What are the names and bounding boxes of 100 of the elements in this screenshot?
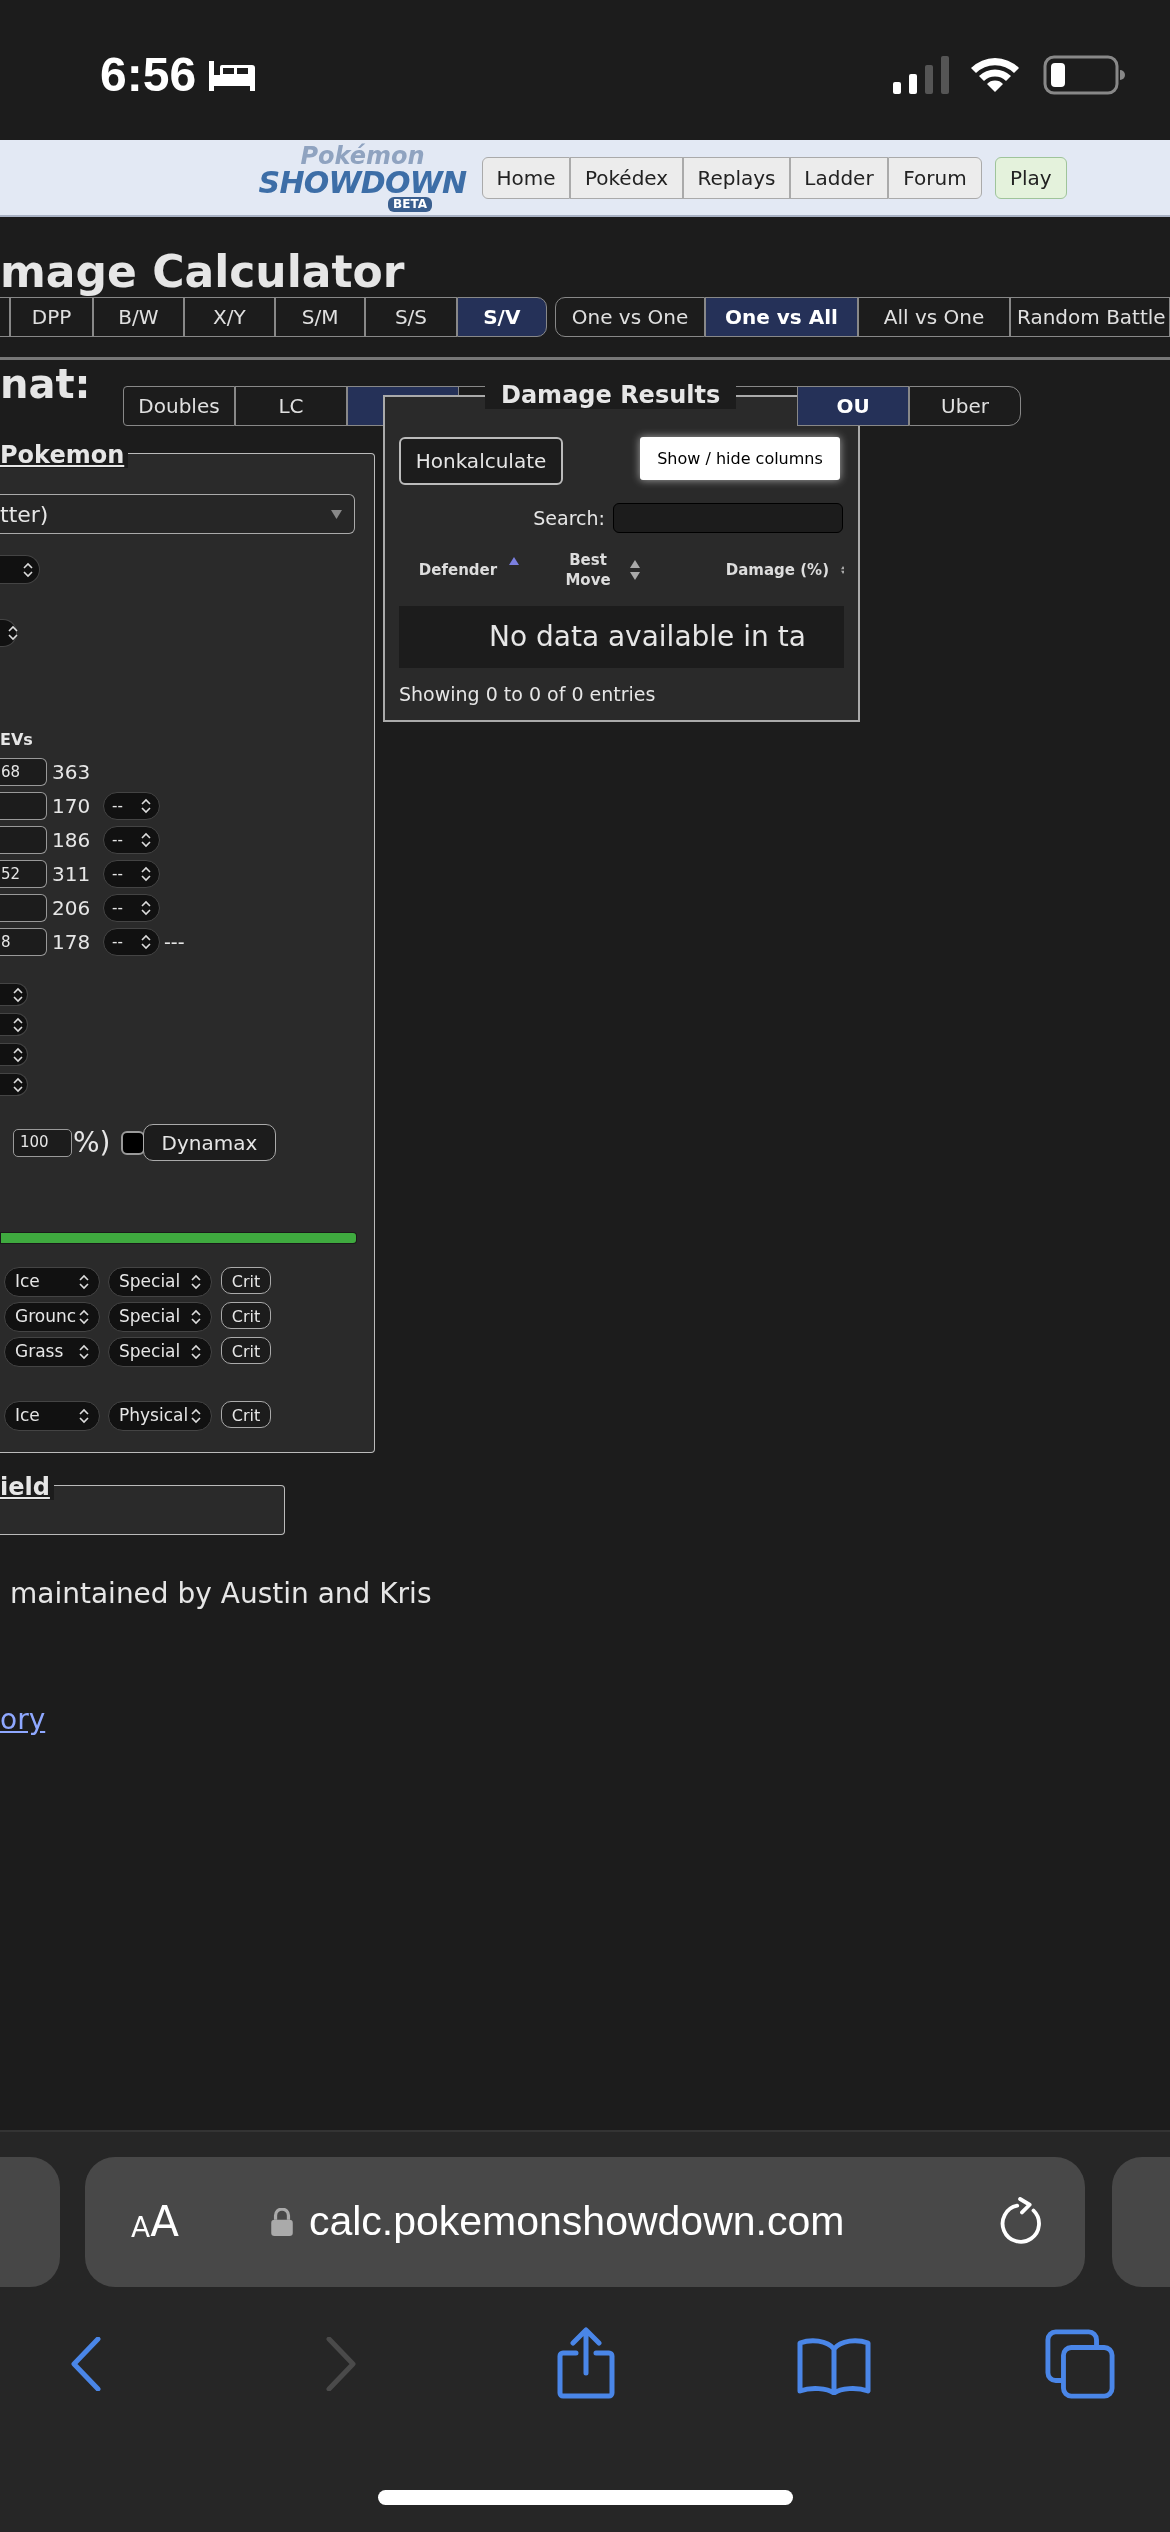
ev-field[interactable] xyxy=(0,792,47,820)
category-select[interactable]: Special xyxy=(108,1267,212,1297)
chevron-icon xyxy=(23,561,33,578)
chevron-icon xyxy=(191,1274,201,1290)
lock-icon xyxy=(270,2208,293,2236)
history-link[interactable]: ory xyxy=(0,1703,46,1737)
select-control[interactable] xyxy=(0,1013,28,1036)
select-control[interactable] xyxy=(0,619,17,647)
evs-header: EVs xyxy=(0,731,34,749)
sort-ascending-icon[interactable] xyxy=(509,557,520,565)
nav-link[interactable]: Home xyxy=(482,156,570,199)
stat-value: 178 xyxy=(52,929,92,956)
tabs-icon[interactable] xyxy=(1045,2329,1115,2399)
species-select[interactable]: tter) xyxy=(0,494,355,534)
crit-button[interactable]: Crit xyxy=(221,1401,271,1428)
panel-legend: Pokemon xyxy=(0,442,129,468)
dynamax-button[interactable]: Dynamax xyxy=(142,1124,277,1161)
tab[interactable]: Uber xyxy=(909,386,1021,426)
tab[interactable]: All vs One xyxy=(858,297,1010,337)
tab[interactable]: One vs One xyxy=(555,297,705,337)
select-control[interactable] xyxy=(0,555,40,584)
nav-link[interactable]: Forum xyxy=(888,156,982,199)
credit-text: maintained by Austin and Kris xyxy=(10,1577,433,1611)
column-header[interactable]: Defender xyxy=(418,560,498,580)
nav-link[interactable]: Pokédex xyxy=(570,156,683,199)
tab[interactable]: OU xyxy=(797,386,909,426)
table-info: Showing 0 to 0 of 0 entries xyxy=(399,682,657,707)
url-text: calc.pokemonshowdown.com xyxy=(308,2197,845,2247)
stat-value: 206 xyxy=(52,895,92,922)
tab[interactable]: S/M xyxy=(274,297,366,337)
chevron-icon xyxy=(191,1344,201,1360)
back-icon[interactable] xyxy=(70,2337,102,2391)
sort-icon[interactable] xyxy=(630,560,640,580)
tab[interactable]: B/W xyxy=(93,297,184,337)
category-select[interactable]: Special xyxy=(108,1337,212,1367)
tab[interactable]: S/V xyxy=(456,297,547,337)
honkalculate-button[interactable]: Honkalculate xyxy=(399,437,563,485)
ev-field[interactable]: 52 xyxy=(0,860,47,888)
select-control[interactable] xyxy=(0,1073,28,1096)
nav-link[interactable]: Ladder xyxy=(790,156,888,199)
crit-button[interactable]: Crit xyxy=(221,1302,271,1329)
chevron-icon xyxy=(79,1408,89,1424)
tab[interactable]: One vs All xyxy=(705,297,858,337)
chevron-icon xyxy=(141,866,151,882)
crit-button[interactable]: Crit xyxy=(221,1267,271,1294)
type-select[interactable]: Ice xyxy=(4,1267,100,1297)
type-select[interactable]: Grounc xyxy=(4,1302,100,1332)
nav-link[interactable]: Replays xyxy=(683,156,790,199)
boost-select[interactable]: -- xyxy=(103,860,160,888)
clock-time: 6:56 xyxy=(100,47,197,103)
column-header[interactable]: Best Move xyxy=(558,550,618,590)
tab[interactable]: S/S xyxy=(365,297,457,337)
dropdown-arrow-icon xyxy=(331,509,342,519)
search-label: Search: xyxy=(533,505,605,531)
column-header[interactable]: Damage (%) xyxy=(725,560,829,580)
bookmarks-icon[interactable] xyxy=(797,2335,871,2395)
tab[interactable]: LC xyxy=(235,386,347,426)
site-logo[interactable]: Pokémon SHOWDOWN BETA xyxy=(255,143,470,212)
category-select[interactable]: Special xyxy=(108,1302,212,1332)
chevron-icon xyxy=(141,832,151,848)
chevron-icon xyxy=(79,1344,89,1360)
ev-field[interactable] xyxy=(0,894,47,922)
tab[interactable]: X/Y xyxy=(183,297,275,337)
share-icon[interactable] xyxy=(557,2327,615,2399)
wifi-icon xyxy=(969,56,1021,94)
stat-value: 311 xyxy=(52,861,92,888)
page-title: mage Calculator xyxy=(0,247,406,297)
stat-value: 186 xyxy=(52,827,92,854)
select-control[interactable] xyxy=(0,983,28,1006)
tab[interactable]: DPP xyxy=(9,297,94,337)
battery-icon xyxy=(1043,55,1125,95)
hp-percent-field[interactable]: 100 xyxy=(13,1128,72,1157)
chevron-icon xyxy=(79,1309,89,1325)
dynamax-checkbox[interactable] xyxy=(120,1130,145,1155)
type-select[interactable]: Grass xyxy=(4,1337,100,1367)
chevron-icon xyxy=(141,934,151,950)
address-bar[interactable]: AA calc.pokemonshowdown.com xyxy=(85,2157,1085,2287)
ev-field[interactable] xyxy=(0,826,47,854)
boost-select[interactable]: -- xyxy=(103,792,160,820)
tab[interactable] xyxy=(0,297,10,337)
ev-field[interactable]: 8 xyxy=(0,928,47,956)
boost-select[interactable]: -- xyxy=(103,894,160,922)
text-size-button[interactable]: AA xyxy=(131,2199,179,2245)
type-select[interactable]: Ice xyxy=(4,1401,100,1431)
tab[interactable]: Doubles xyxy=(123,386,235,426)
chevron-icon xyxy=(141,798,151,814)
panel-title: Damage Results xyxy=(485,381,737,409)
columns-button[interactable]: Show / hide columns xyxy=(640,437,840,480)
category-select[interactable]: Physical xyxy=(108,1401,212,1431)
chevron-icon xyxy=(13,1016,23,1033)
select-control[interactable] xyxy=(0,1043,28,1066)
crit-button[interactable]: Crit xyxy=(221,1337,271,1364)
search-field[interactable] xyxy=(613,503,843,533)
play-button[interactable]: Play xyxy=(995,156,1067,199)
tab[interactable]: Random Battle xyxy=(1010,297,1170,337)
chevron-icon xyxy=(141,900,151,916)
boost-select[interactable]: -- xyxy=(103,928,160,956)
ev-field[interactable]: 68 xyxy=(0,758,47,786)
boost-select[interactable]: -- xyxy=(103,826,160,854)
format-label: nat: xyxy=(0,360,92,408)
